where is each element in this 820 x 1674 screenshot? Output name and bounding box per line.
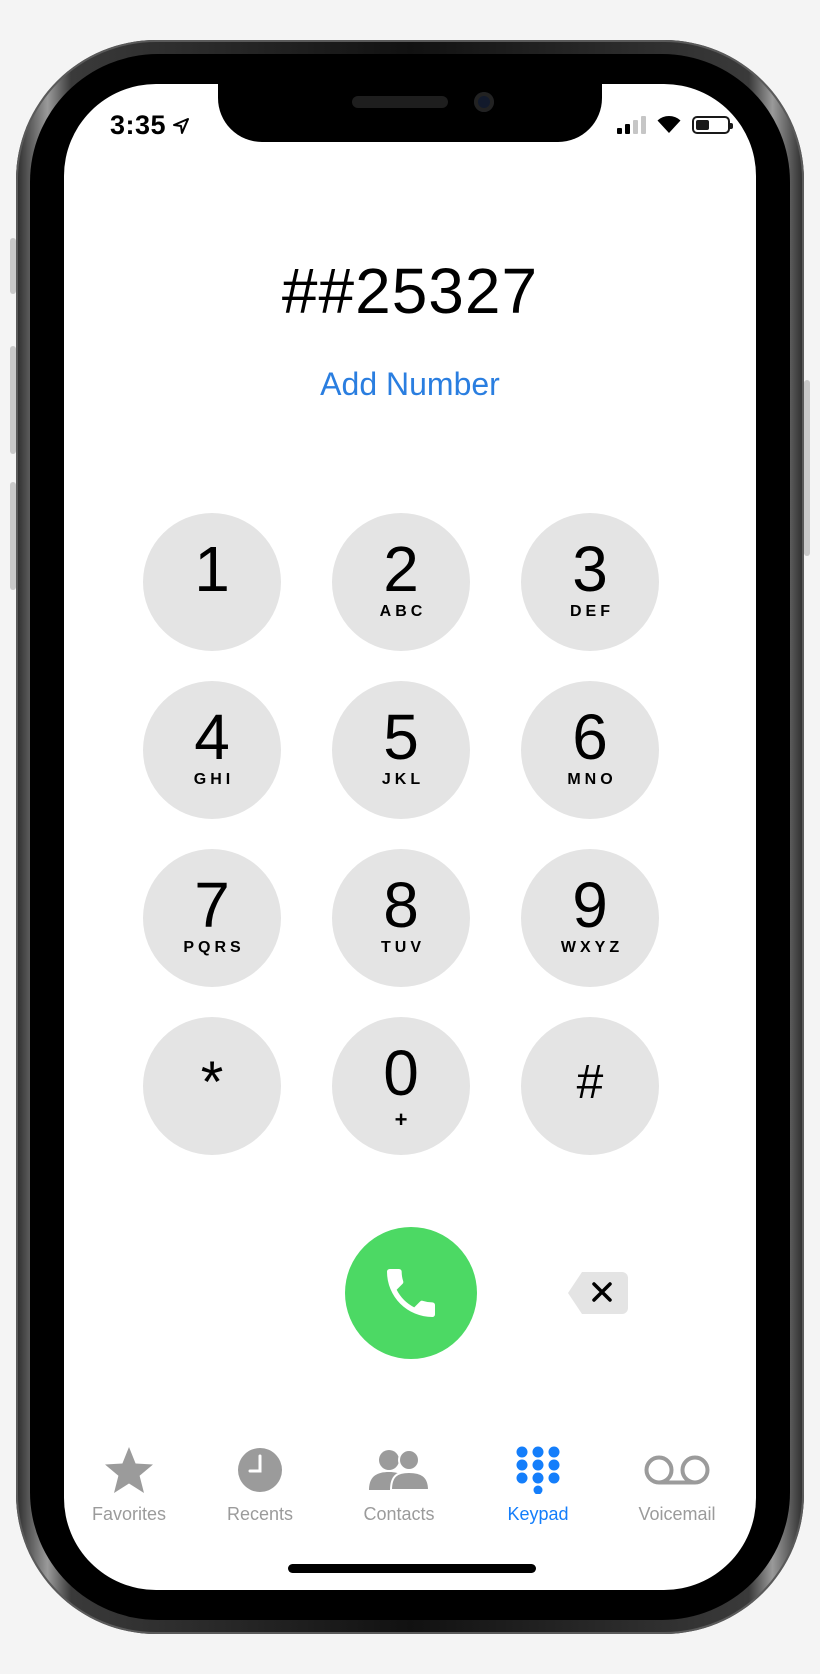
key-digit: # xyxy=(576,1056,604,1109)
phone-screen: 3:35 ##25327 Add Number 1 2 ABC 3 DEF 4 … xyxy=(64,84,756,1590)
tab-favorites[interactable]: Favorites xyxy=(64,1444,194,1525)
status-time-text: 3:35 xyxy=(110,110,167,140)
add-number-link[interactable]: Add Number xyxy=(64,366,756,403)
key-letters: JKL xyxy=(381,771,425,788)
tab-label: Voicemail xyxy=(638,1504,716,1524)
battery-icon xyxy=(692,116,733,134)
key-digit: 6 xyxy=(572,701,608,773)
key-letters: TUV xyxy=(381,939,425,956)
key-5[interactable]: 5 JKL xyxy=(332,681,470,819)
key-hash[interactable]: # xyxy=(521,1017,659,1155)
tab-recents[interactable]: Recents xyxy=(195,1444,325,1525)
backspace-icon xyxy=(568,1272,628,1314)
delete-button[interactable] xyxy=(566,1270,630,1316)
key-letters: WXYZ xyxy=(560,939,624,956)
mute-switch xyxy=(10,238,16,294)
key-digit: 0 xyxy=(383,1037,419,1109)
call-button[interactable] xyxy=(345,1227,477,1359)
clock-icon xyxy=(238,1448,282,1492)
tab-label: Recents xyxy=(226,1504,294,1524)
tab-label: Keypad xyxy=(507,1504,569,1524)
wifi-icon xyxy=(657,116,681,133)
status-time: 3:35 xyxy=(110,110,190,141)
key-digit: 5 xyxy=(383,701,419,773)
location-arrow-icon xyxy=(173,117,190,134)
key-digit: 2 xyxy=(383,533,419,605)
notch xyxy=(218,84,602,142)
key-letters: + xyxy=(394,1107,408,1132)
key-7[interactable]: 7 PQRS xyxy=(143,849,281,987)
phone-handset-icon xyxy=(387,1269,435,1317)
keypad-grid-icon xyxy=(516,1446,560,1494)
tab-label: Favorites xyxy=(91,1504,167,1524)
home-indicator[interactable] xyxy=(288,1564,536,1573)
volume-down-button xyxy=(10,482,16,590)
tab-keypad[interactable]: Keypad xyxy=(473,1444,603,1525)
key-letters: ABC xyxy=(379,603,427,620)
key-digit: 7 xyxy=(194,869,230,941)
cellular-signal-icon xyxy=(617,116,646,134)
status-indicators xyxy=(617,114,733,134)
tab-voicemail[interactable]: Voicemail xyxy=(612,1444,742,1525)
key-letters: GHI xyxy=(193,771,235,788)
front-camera xyxy=(474,92,494,112)
key-0[interactable]: 0 + xyxy=(332,1017,470,1155)
tab-contacts[interactable]: Contacts xyxy=(334,1444,464,1525)
volume-up-button xyxy=(10,346,16,454)
dialed-number: ##25327 xyxy=(281,255,539,327)
key-1[interactable]: 1 xyxy=(143,513,281,651)
contacts-icon xyxy=(369,1449,431,1491)
key-digit: 9 xyxy=(572,869,608,941)
voicemail-icon xyxy=(644,1455,710,1485)
key-8[interactable]: 8 TUV xyxy=(332,849,470,987)
key-star[interactable]: * xyxy=(143,1017,281,1155)
earpiece-speaker xyxy=(352,96,448,108)
key-2[interactable]: 2 ABC xyxy=(332,513,470,651)
star-icon xyxy=(105,1447,153,1493)
key-4[interactable]: 4 GHI xyxy=(143,681,281,819)
key-letters: DEF xyxy=(570,603,614,620)
key-digit: 8 xyxy=(383,869,419,941)
tab-label: Contacts xyxy=(363,1504,435,1524)
key-letters: MNO xyxy=(567,771,617,788)
key-digit: * xyxy=(200,1050,224,1115)
key-digit: 4 xyxy=(194,701,230,773)
tab-bar: Favorites Recents Contacts Keypad Voicem… xyxy=(64,1444,756,1544)
key-6[interactable]: 6 MNO xyxy=(521,681,659,819)
key-9[interactable]: 9 WXYZ xyxy=(521,849,659,987)
key-3[interactable]: 3 DEF xyxy=(521,513,659,651)
key-digit: 1 xyxy=(194,533,230,605)
key-digit: 3 xyxy=(572,533,608,605)
power-button xyxy=(804,380,810,556)
key-letters: PQRS xyxy=(183,939,245,956)
